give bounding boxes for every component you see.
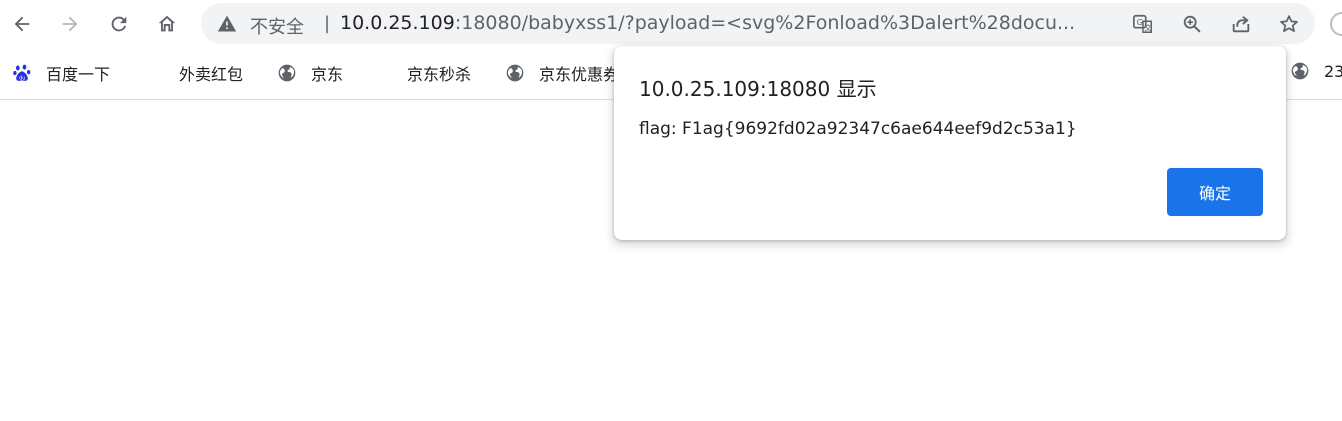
svg-text:文: 文 (1144, 23, 1152, 32)
url-text[interactable]: 10.0.25.109:18080/babyxss1/?payload=<svg… (340, 12, 1075, 34)
svg-text:G: G (1137, 17, 1143, 27)
url-host: 10.0.25.109 (340, 12, 455, 34)
share-icon[interactable] (1229, 12, 1253, 36)
back-button[interactable] (6, 8, 38, 40)
alert-dialog: 10.0.25.109:18080 显示 flag: F1ag{9692fd02… (614, 46, 1286, 240)
browser-toolbar: 不安全 | 10.0.25.109:18080/babyxss1/?payloa… (0, 0, 1342, 48)
ok-button[interactable]: 确定 (1167, 168, 1263, 216)
home-button[interactable] (151, 8, 183, 40)
bookmark-waimai[interactable]: 外卖红包 (179, 61, 243, 85)
url-path: :18080/babyxss1/?payload=<svg%2Fonload%3… (454, 12, 1076, 34)
bookmark-jd[interactable]: 京东 (277, 61, 343, 85)
address-bar[interactable]: 不安全 | 10.0.25.109:18080/babyxss1/?payloa… (201, 3, 1315, 44)
home-icon (158, 15, 176, 32)
bookmark-23[interactable]: 23 (1290, 61, 1342, 81)
reload-button[interactable] (103, 8, 135, 40)
dialog-message: flag: F1ag{9692fd02a92347c6ae644eef9d2c5… (639, 119, 1077, 139)
reload-icon (111, 16, 127, 32)
bookmark-baidu[interactable]: du 百度一下 (12, 61, 110, 85)
arrow-right-icon (62, 16, 78, 32)
globe-icon (1290, 61, 1310, 81)
baidu-paw-icon: du (12, 63, 32, 83)
bookmark-label: 23 (1324, 61, 1342, 81)
translate-icon[interactable]: G文 (1131, 12, 1155, 36)
globe-icon (277, 63, 297, 83)
bookmark-label: 百度一下 (46, 65, 111, 84)
forward-button[interactable] (54, 8, 86, 40)
url-separator: | (324, 13, 331, 34)
warning-triangle-icon[interactable] (217, 14, 237, 34)
bookmark-jd-miaosha[interactable]: 京东秒杀 (407, 61, 471, 85)
profile-avatar[interactable] (1330, 12, 1342, 36)
bookmark-jd-coupon[interactable]: 京东优惠券 (505, 61, 619, 85)
dialog-title: 10.0.25.109:18080 显示 (639, 77, 877, 101)
svg-text:du: du (19, 76, 25, 82)
zoom-icon[interactable] (1180, 12, 1204, 36)
bookmark-label: 京东优惠券 (539, 65, 620, 84)
bookmark-label: 外卖红包 (179, 65, 244, 84)
star-icon[interactable] (1277, 12, 1301, 36)
bookmark-label: 京东 (311, 65, 344, 84)
security-label[interactable]: 不安全 (250, 13, 304, 39)
globe-icon (505, 63, 525, 83)
arrow-left-icon (14, 16, 30, 32)
bookmark-label: 京东秒杀 (407, 65, 472, 84)
